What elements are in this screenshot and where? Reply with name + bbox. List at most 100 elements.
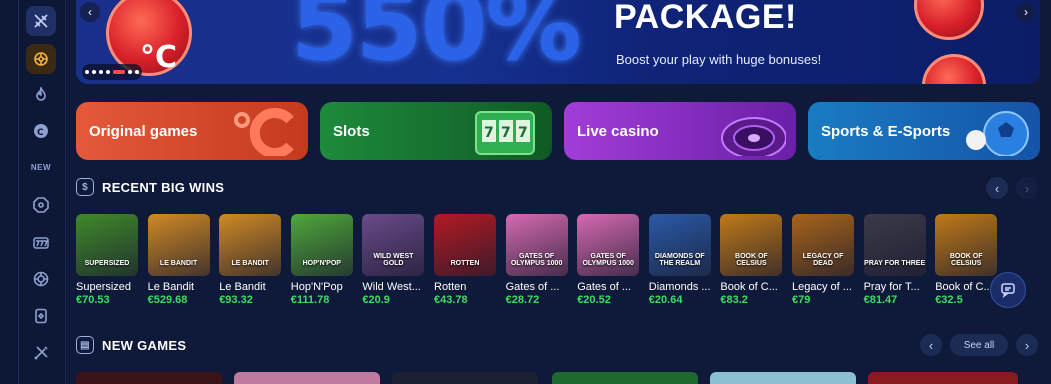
sidebar-new-label: NEW — [30, 163, 52, 172]
new-game-card[interactable] — [392, 372, 538, 384]
coin-graphic — [914, 0, 984, 40]
recent-wins-header: $ RECENT BIG WINS — [76, 178, 224, 196]
game-name: Book of C... — [935, 281, 993, 293]
win-amount: €93.32 — [219, 294, 253, 306]
flame-icon[interactable] — [26, 80, 56, 110]
game-logo-text: BOOK OF CELSIUS — [735, 253, 768, 267]
win-card[interactable]: GATES OF OLYMPUS 1000 Gates of ... €28.72 — [505, 214, 568, 306]
svg-text:C: C — [37, 128, 44, 138]
win-card[interactable]: BOOK OF CELSIUS Book of C... €32.5 — [935, 214, 998, 306]
win-card[interactable]: LE BANDIT Le Bandit €93.32 — [219, 214, 282, 306]
win-amount: €32.5 — [935, 294, 963, 306]
win-card[interactable]: GATES OF OLYMPUS 1000 Gates of ... €20.52 — [577, 214, 640, 306]
win-card[interactable]: PRAY FOR THREE Pray for T... €81.47 — [863, 214, 926, 306]
win-amount: €83.2 — [720, 294, 748, 306]
category-label: Sports & E-Sports — [821, 122, 951, 140]
svg-text:7: 7 — [501, 125, 511, 141]
game-name: Gates of ... — [577, 281, 631, 293]
category-label: Live casino — [577, 122, 659, 140]
game-logo-text: BOOK OF CELSIUS — [949, 253, 983, 267]
win-card[interactable]: DIAMONDS OF THE REALM Diamonds ... €20.64 — [648, 214, 711, 306]
new-game-card[interactable] — [552, 372, 698, 384]
degree-c-icon — [234, 108, 294, 156]
game-thumbnail[interactable]: HOP'N'POP — [290, 214, 353, 276]
game-logo-text: SUPERSIZED — [84, 260, 130, 267]
slot-777-icon[interactable] — [26, 228, 56, 258]
category-sports-esports[interactable]: Sports & E-Sports — [808, 102, 1040, 160]
game-thumbnail[interactable]: GATES OF OLYMPUS 1000 — [577, 214, 640, 276]
new-games-next-button[interactable]: › — [1016, 334, 1038, 356]
game-thumbnail[interactable]: ROTTEN — [434, 214, 496, 276]
game-thumbnail[interactable]: GATES OF OLYMPUS 1000 — [505, 214, 568, 276]
wins-next-button[interactable]: › — [1016, 177, 1038, 199]
game-thumbnail[interactable]: LE BANDIT — [219, 214, 282, 276]
game-thumbnail[interactable]: LE BANDIT — [147, 214, 210, 276]
game-thumbnail[interactable]: BOOK OF CELSIUS — [720, 214, 783, 276]
game-thumbnail[interactable]: LEGACY OF DEAD — [792, 214, 854, 276]
promo-banner[interactable]: °C 550% PACKAGE! Boost your play with hu… — [76, 0, 1040, 84]
octagon-icon[interactable] — [26, 190, 56, 220]
new-game-card[interactable] — [710, 372, 856, 384]
game-thumbnail[interactable]: SUPERSIZED — [76, 214, 138, 276]
degree-c-icon[interactable]: C — [26, 116, 56, 146]
win-amount: €20.52 — [577, 294, 611, 306]
soccer-ball-icon — [966, 111, 1029, 156]
game-logo-text: PRAY FOR THREE — [864, 260, 926, 267]
game-name: Diamonds ... — [648, 281, 711, 293]
dollar-icon: $ — [76, 178, 94, 196]
win-amount: €111.78 — [290, 294, 330, 306]
game-name: Rotten — [434, 281, 467, 293]
win-amount: €28.72 — [505, 294, 540, 306]
win-card[interactable]: WILD WEST GOLD Wild West... €20.9 — [362, 214, 425, 306]
game-thumbnail[interactable]: WILD WEST GOLD — [362, 214, 425, 276]
win-amount: €529.68 — [147, 294, 188, 306]
carousel-dots[interactable] — [82, 64, 142, 80]
swords-icon[interactable] — [26, 338, 56, 368]
game-thumbnail[interactable]: DIAMONDS OF THE REALM — [648, 214, 711, 276]
new-game-card[interactable] — [234, 372, 380, 384]
new-games-prev-button[interactable]: ‹ — [920, 334, 942, 356]
game-logo-text: WILD WEST GOLD — [373, 253, 414, 267]
game-thumbnail[interactable]: PRAY FOR THREE — [863, 214, 926, 276]
new-game-card[interactable] — [868, 372, 1018, 384]
win-amount: €20.9 — [362, 294, 390, 306]
game-logo-text: HOP'N'POP — [302, 260, 341, 267]
category-label: Original games — [89, 122, 198, 140]
win-amount: €79 — [792, 294, 811, 306]
win-amount: €43.78 — [434, 294, 468, 306]
category-live-casino[interactable]: Live casino — [564, 102, 796, 160]
win-card[interactable]: LEGACY OF DEAD Legacy of ... €79 — [792, 214, 854, 306]
sidebar: C NEW — [0, 0, 66, 384]
wheel-icon[interactable] — [26, 44, 56, 74]
game-name: Supersized — [76, 281, 132, 293]
crossed-swords-icon[interactable] — [26, 6, 56, 36]
roulette-icon — [721, 117, 786, 156]
new-games-icon: ▤ — [76, 336, 94, 354]
wins-prev-button[interactable]: ‹ — [986, 177, 1008, 199]
win-amount: €81.47 — [863, 294, 898, 306]
game-logo-text: ROTTEN — [450, 260, 480, 267]
new-games-header: ▤ NEW GAMES — [76, 336, 186, 354]
game-name: Le Bandit — [147, 281, 195, 293]
game-name: Gates of ... — [505, 281, 560, 293]
game-name: Hop'N'Pop — [290, 281, 343, 293]
win-card[interactable]: BOOK OF CELSIUS Book of C... €83.2 — [720, 214, 783, 306]
coin-graphic — [922, 54, 986, 84]
banner-title: PACKAGE! — [614, 0, 797, 36]
see-all-button[interactable]: See all — [950, 334, 1008, 356]
game-thumbnail[interactable]: BOOK OF CELSIUS — [935, 214, 998, 276]
roulette-icon[interactable] — [26, 264, 56, 294]
category-original-games[interactable]: Original games — [76, 102, 308, 160]
section-title: NEW GAMES — [102, 337, 187, 353]
win-card[interactable]: LE BANDIT Le Bandit €529.68 — [147, 214, 210, 306]
new-game-card[interactable] — [76, 372, 222, 384]
win-card[interactable]: HOP'N'POP Hop'N'Pop €111.78 — [290, 214, 353, 306]
category-slots[interactable]: Slots 7 7 7 — [320, 102, 552, 160]
chat-support-button[interactable] — [990, 272, 1026, 308]
win-card[interactable]: ROTTEN Rotten €43.78 — [434, 214, 496, 306]
win-card[interactable]: SUPERSIZED Supersized €70.53 — [76, 214, 138, 306]
card-icon[interactable] — [26, 301, 56, 331]
game-name: Pray for T... — [863, 281, 920, 293]
banner-next-button[interactable]: › — [1016, 2, 1036, 22]
banner-prev-button[interactable]: ‹ — [80, 2, 100, 22]
